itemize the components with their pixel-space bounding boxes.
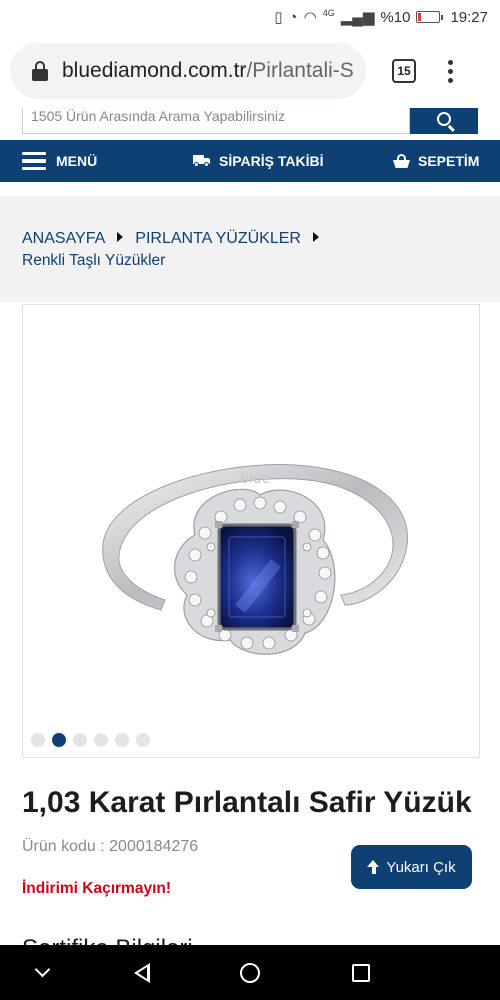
gallery-pagination	[31, 733, 150, 747]
lock-icon	[32, 61, 48, 81]
scroll-to-top-label: Yukarı Çık	[386, 858, 456, 876]
recents-button[interactable]	[331, 945, 391, 1000]
product-image-gallery[interactable]: blue	[22, 304, 480, 758]
android-navigation-bar	[0, 945, 500, 1000]
breadcrumb-separator-icon	[117, 232, 124, 242]
clock: 19:27	[450, 8, 488, 26]
scroll-to-top-button[interactable]: Yukarı Çık	[351, 845, 472, 889]
order-tracking-label: SİPARİŞ TAKİBİ	[219, 153, 324, 169]
hamburger-icon	[22, 151, 46, 171]
product-title: 1,03 Karat Pırlantalı Safir Yüzük	[22, 786, 472, 819]
hide-keyboard-button[interactable]	[12, 945, 72, 1000]
menu-button[interactable]: MENÜ	[22, 140, 97, 182]
breadcrumb-subcategory-link[interactable]: Renkli Taşlı Yüzükler	[22, 250, 478, 272]
address-bar[interactable]: bluediamond.com.tr/Pirlantali-S	[10, 43, 366, 99]
truck-icon	[193, 155, 211, 167]
url-path: /Pirlantali-S	[246, 59, 354, 82]
wifi-icon: ◠	[303, 9, 317, 26]
cart-button[interactable]: SEPETİM	[393, 140, 479, 182]
engraving-watermark: blue	[240, 471, 270, 487]
vibrate-icon: ▯	[274, 9, 283, 26]
status-bar: ▯ ◔ ◠ 4G ▂▄▆ %10 19:27	[0, 0, 500, 34]
gallery-dot[interactable]	[73, 733, 87, 747]
promo-text: İndirimi Kaçırmayın!	[22, 880, 172, 897]
network-type-label: 4G	[322, 8, 335, 18]
product-ring-image: blue	[102, 464, 408, 655]
browser-toolbar: bluediamond.com.tr/Pirlantali-S 15	[0, 34, 500, 108]
menu-label: MENÜ	[56, 153, 98, 169]
breadcrumb: ANASAYFA PIRLANTA YÜZÜKLER Renkli Taşlı Y…	[0, 196, 500, 302]
cart-label: SEPETİM	[418, 153, 480, 169]
gallery-dot[interactable]	[31, 733, 45, 747]
alarm-icon: ◔	[288, 8, 298, 26]
screen: ▯ ◔ ◠ 4G ▂▄▆ %10 19:27 bluediamond.com.t…	[0, 0, 500, 1000]
url-host: bluediamond.com.tr	[62, 59, 247, 82]
gallery-dot-active[interactable]	[52, 733, 66, 747]
browser-menu-icon[interactable]	[448, 59, 453, 83]
breadcrumb-category-link[interactable]: PIRLANTA YÜZÜKLER	[135, 230, 301, 247]
url-text: bluediamond.com.tr/Pirlantali-S	[62, 59, 354, 83]
chevron-down-icon	[34, 961, 50, 978]
product-code: Ürün kodu : 2000184276	[22, 838, 199, 855]
breadcrumb-separator-icon	[312, 232, 319, 242]
battery-percent: %10	[380, 8, 411, 26]
search-button[interactable]	[410, 108, 478, 134]
tab-switcher-button[interactable]: 15	[392, 59, 416, 83]
site-nav-bar: MENÜ SİPARİŞ TAKİBİ SEPETİM	[0, 140, 500, 182]
arrow-up-icon	[367, 860, 380, 874]
search-input[interactable]: 1505 Ürün Arasında Arama Yapabilirsiniz	[22, 108, 410, 134]
search-bar: 1505 Ürün Arasında Arama Yapabilirsiniz	[0, 108, 500, 140]
breadcrumb-home-link[interactable]: ANASAYFA	[22, 230, 105, 247]
home-circle-icon	[240, 962, 260, 983]
basket-icon	[393, 154, 410, 168]
gallery-dot[interactable]	[115, 733, 129, 747]
recents-square-icon	[352, 963, 370, 982]
order-tracking-button[interactable]: SİPARİŞ TAKİBİ	[193, 140, 324, 182]
signal-icon: ▂▄▆	[340, 9, 375, 26]
search-icon	[437, 112, 451, 126]
gallery-dot[interactable]	[94, 733, 108, 747]
battery-icon	[416, 11, 444, 23]
gallery-dot[interactable]	[136, 733, 150, 747]
back-button[interactable]	[112, 945, 172, 1000]
home-button[interactable]	[220, 945, 280, 1000]
back-triangle-icon	[134, 962, 150, 983]
